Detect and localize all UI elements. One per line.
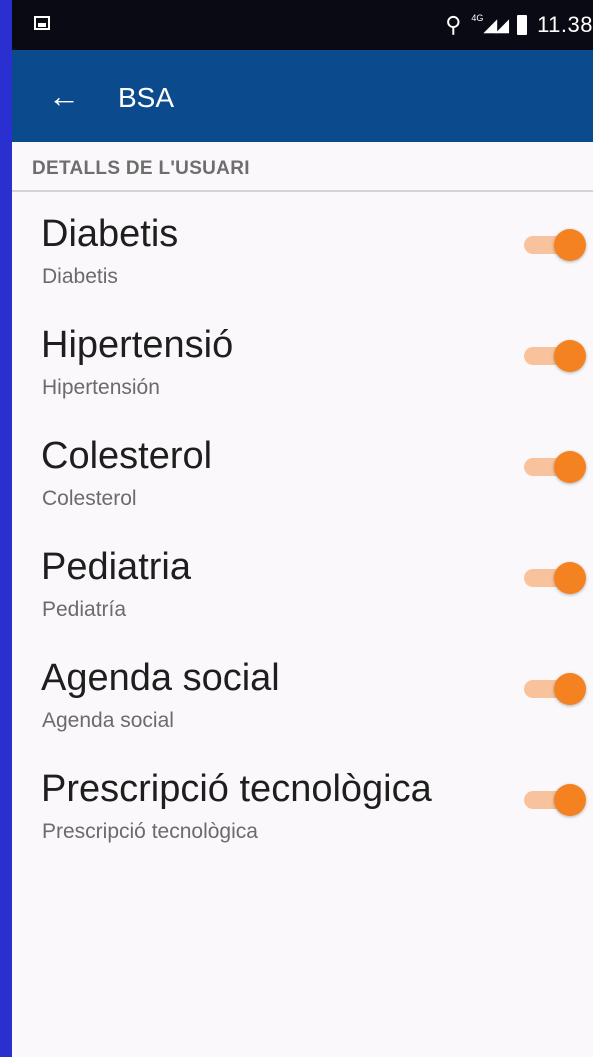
image-icon — [34, 16, 50, 30]
pediatria-toggle[interactable] — [520, 559, 586, 595]
toggle-thumb — [554, 229, 586, 261]
app-bar: ← BSA — [12, 50, 593, 142]
preference-title: Colesterol — [41, 435, 213, 477]
diabetis-toggle[interactable] — [520, 226, 586, 262]
preference-title: Pediatria — [41, 546, 191, 588]
preference-title: Diabetis — [41, 213, 179, 255]
battery-icon — [517, 15, 528, 35]
preference-subtitle: Pediatría — [42, 598, 127, 621]
app-screen: ⚲ 4G ◢◢ 11.38 ← BSA DETALLS DE L'USUARI … — [12, 0, 593, 1057]
preference-subtitle: Agenda social — [42, 709, 174, 732]
status-time: 11.38 — [537, 12, 593, 37]
toggle-thumb — [554, 673, 586, 705]
colesterol-toggle[interactable] — [520, 448, 586, 484]
prescripcio-tecnologica-toggle[interactable] — [520, 781, 586, 817]
toggle-thumb — [554, 451, 586, 483]
preference-subtitle: Diabetis — [42, 265, 118, 288]
signal-icon: ◢◢ — [483, 14, 509, 35]
status-icons: ⚲ 4G ◢◢ 11.38 — [445, 12, 593, 38]
location-pin-icon: ⚲ — [445, 12, 462, 37]
arrow-left-icon[interactable]: ← — [48, 78, 80, 114]
status-bar: ⚲ 4G ◢◢ 11.38 — [12, 0, 593, 50]
preference-subtitle: Colesterol — [42, 487, 137, 510]
preference-title: Hipertensió — [41, 324, 234, 366]
section-title: DETALLS DE L'USUARI — [32, 158, 250, 179]
toggle-thumb — [554, 562, 586, 594]
page-title: BSA — [118, 82, 175, 113]
agenda-social-toggle[interactable] — [520, 670, 586, 706]
preference-title: Agenda social — [41, 657, 280, 699]
preference-diabetis[interactable]: Diabetis Diabetis — [12, 212, 593, 322]
hipertensio-toggle[interactable] — [520, 337, 586, 373]
preference-title: Prescripció tecnològica — [41, 768, 432, 810]
preference-agenda-social[interactable]: Agenda social Agenda social — [12, 656, 593, 766]
preference-hipertensio[interactable]: Hipertensió Hipertensión — [12, 323, 593, 433]
toggle-thumb — [554, 784, 586, 816]
preference-colesterol[interactable]: Colesterol Colesterol — [12, 434, 593, 544]
network-type-label: 4G — [471, 13, 484, 23]
preference-prescripcio-tecnologica[interactable]: Prescripció tecnològica Prescripció tecn… — [12, 767, 593, 877]
preference-subtitle: Prescripció tecnològica — [42, 820, 258, 843]
section-header: DETALLS DE L'USUARI — [12, 142, 593, 192]
toggle-thumb — [554, 340, 586, 372]
preference-pediatria[interactable]: Pediatria Pediatría — [12, 545, 593, 655]
preference-subtitle: Hipertensión — [42, 376, 160, 399]
